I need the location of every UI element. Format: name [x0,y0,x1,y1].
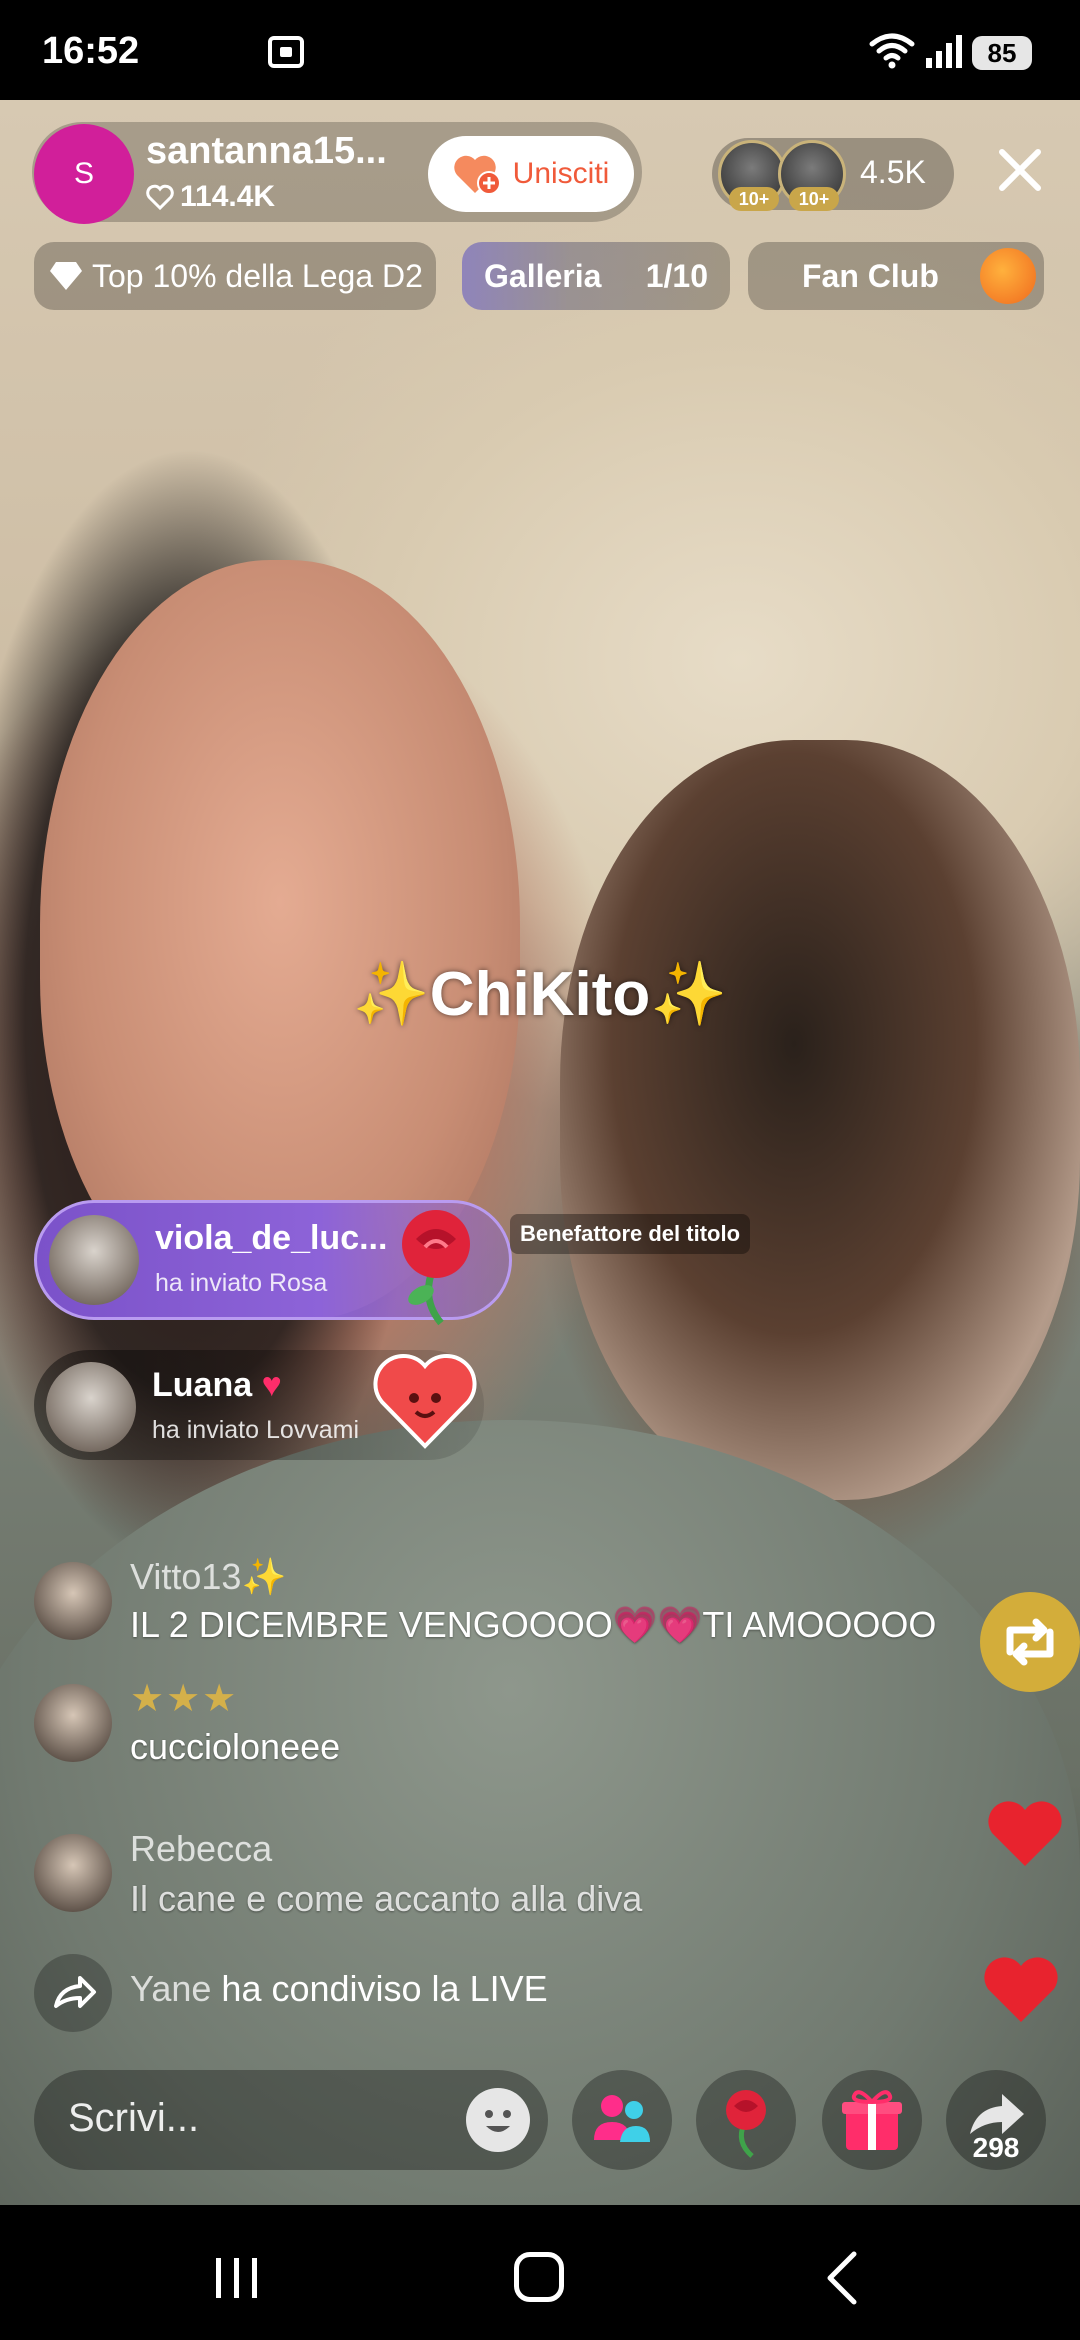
screen-record-icon [268,36,304,68]
comment-text: cuccioloneee [130,1726,341,1767]
top-viewer-avatar[interactable]: 10+ [718,140,786,211]
back-icon[interactable] [822,2250,862,2306]
fan-club-chip[interactable]: Fan Club [748,242,1044,310]
league-label: Top 10% della Lega D2 [92,257,423,294]
sparkle-icon: ✨ [352,960,430,1029]
share-notice: Yane ha condiviso la LIVE [130,1968,548,2010]
gift-sender-name: viola_de_luc... [155,1219,388,1257]
gallery-count: 1/10 [645,257,708,294]
rose-icon [726,2090,766,2158]
viewer-count[interactable]: 4.5K [860,154,926,191]
commenter-avatar[interactable] [34,1834,112,1912]
share-notice-text: ha condiviso la LIVE [221,1968,548,2009]
gift-sender-avatar[interactable] [49,1215,139,1305]
people-icon [594,2095,650,2142]
home-icon[interactable] [514,2252,564,2302]
guests-button[interactable] [572,2070,672,2170]
viewer-rank-badge: 10+ [789,187,839,211]
recents-icon[interactable] [212,2256,262,2300]
status-bar: 16:52 85 [0,0,1080,100]
commenter-avatar[interactable] [34,1684,112,1762]
host-likes-count: 114.4K [180,180,276,213]
emoji-icon[interactable] [466,2088,530,2152]
commenter-avatar[interactable] [34,1562,112,1640]
host-likes: 114.4K [146,180,275,214]
gift-sender-name: Luana ♥ [152,1366,282,1404]
repost-button[interactable] [980,1592,1080,1692]
comment-text: IL 2 DICEMBRE VENGOOOO💗💗TI AMOOOOO [130,1604,937,1645]
commenter-name[interactable]: Rebecca [130,1828,272,1870]
join-label: Unisciti [512,157,610,190]
gift-banner[interactable]: viola_de_luc... ha inviato Rosa [34,1200,512,1326]
gift-action: ha inviato Rosa [155,1269,328,1297]
host-avatar[interactable]: S [34,124,134,224]
share-count: 298 [972,2132,1020,2163]
fan-club-mascot-icon [980,248,1036,304]
join-button[interactable]: Unisciti [428,136,634,212]
gift-icon [842,2090,902,2150]
heart-icon [146,184,174,210]
diamond-icon [50,262,82,290]
benefactor-label: Benefattore del titolo [510,1214,751,1254]
stream-title-text: ChiKito [429,960,651,1029]
gallery-chip[interactable]: Galleria 1/10 [462,242,730,310]
share-arrow-icon [54,1976,96,2008]
share-notice-user[interactable]: Yane [130,1968,211,2009]
gift-action: ha inviato Lovvami [152,1416,360,1444]
fan-club-label: Fan Club [802,257,939,294]
gallery-label: Galleria [484,257,602,294]
gift-sender-avatar[interactable] [46,1362,136,1452]
battery-indicator: 85 [972,36,1032,70]
floating-heart-icon [984,1957,1058,2022]
video-dog-shape [560,740,1080,1500]
close-icon[interactable] [990,140,1050,200]
commenter-name[interactable]: Vitto13✨ [130,1556,286,1598]
rose-gift-button[interactable] [696,2070,796,2170]
signal-icon [926,35,962,68]
league-chip[interactable]: Top 10% della Lega D2 [34,242,436,310]
comment-text: Il cane e come accanto alla diva [130,1878,643,1919]
wifi-icon [869,33,915,69]
floating-heart-icon [988,1801,1062,1866]
viewer-rank-badge: 10+ [729,187,779,211]
sparkle-icon: ✨ [650,960,728,1029]
host-name[interactable]: santanna15... [146,130,387,173]
gift-button[interactable] [822,2070,922,2170]
status-time: 16:52 [42,30,140,72]
commenter-star-badges: ★★★ [130,1678,239,1720]
top-viewer-avatar[interactable]: 10+ [778,140,846,211]
gift-banner[interactable]: Luana ♥ ha inviato Lovvami [34,1350,484,1460]
repost-icon [1006,1618,1054,1666]
stream-title-overlay: ✨ChiKito✨ [0,958,1080,1031]
join-heart-icon [453,155,501,195]
heart-gift-icon [373,1354,477,1449]
rose-icon [402,1210,470,1326]
share-notice-icon-wrap [34,1954,112,2032]
comment-input-placeholder[interactable]: Scrivi... [68,2096,199,2141]
